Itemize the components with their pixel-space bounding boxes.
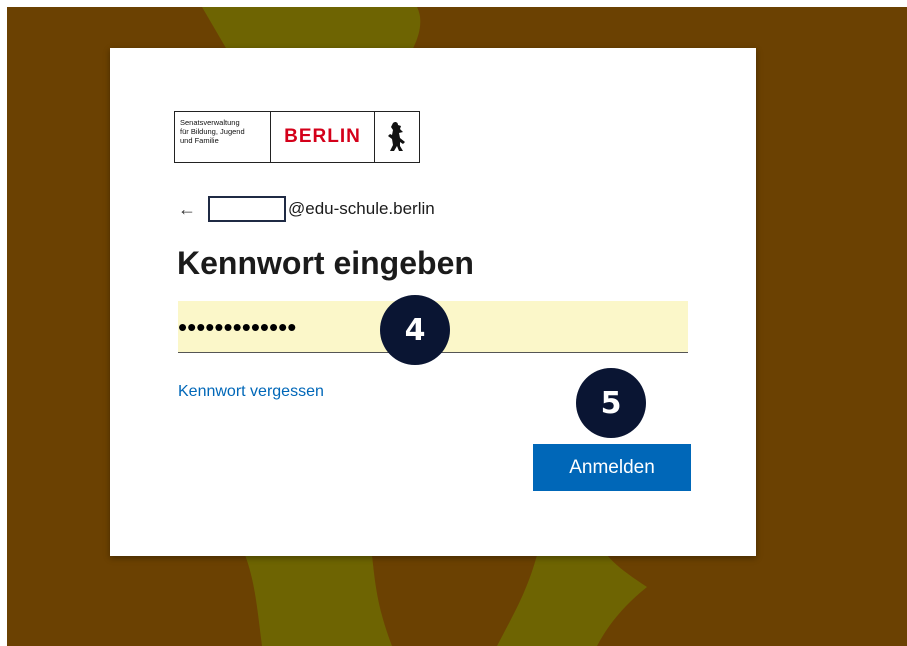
berlin-wordmark: BERLIN (271, 112, 375, 162)
account-row: ← @edu-schule.berlin (178, 194, 435, 224)
senate-line: und Familie (180, 136, 219, 145)
berlin-bear-icon (375, 112, 419, 162)
signin-button[interactable]: Anmelden (533, 444, 691, 491)
step-badge-4: 4 (380, 295, 450, 365)
account-domain: @edu-schule.berlin (288, 199, 435, 218)
forgot-password-link[interactable]: Kennwort vergessen (178, 383, 324, 401)
senate-line: Senatsverwaltung (180, 118, 240, 127)
page-background: Senatsverwaltung für Bildung, Jugend und… (7, 7, 907, 646)
senate-line: für Bildung, Jugend (180, 127, 245, 136)
senate-name: Senatsverwaltung für Bildung, Jugend und… (175, 112, 271, 162)
step-badge-5: 5 (576, 368, 646, 438)
senate-berlin-logo: Senatsverwaltung für Bildung, Jugend und… (174, 111, 420, 163)
login-card: Senatsverwaltung für Bildung, Jugend und… (110, 48, 756, 556)
page-title: Kennwort eingeben (177, 245, 474, 281)
redacted-username (208, 196, 286, 222)
arrow-left-icon[interactable]: ← (178, 199, 208, 220)
